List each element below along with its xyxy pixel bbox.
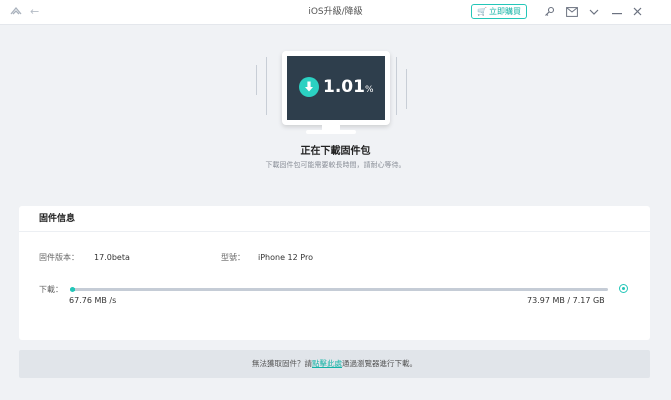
download-icon: [299, 77, 319, 97]
section-title: 固件信息: [39, 214, 76, 224]
firmware-info-card: 固件信息 固件版本： 17.0beta 型號： iPhone 12 Pro 下載…: [19, 206, 650, 340]
version-value: 17.0beta: [94, 253, 130, 262]
percent-sign: %: [365, 85, 374, 95]
version-label: 固件版本：: [39, 253, 79, 262]
title-bar: iOS升級/降級 ← 🛒 立即購買: [0, 0, 671, 25]
download-size: 73.97 MB / 7.17 GB: [527, 296, 605, 305]
progress-percent: 1.01: [323, 77, 365, 97]
app-logo-icon: [10, 6, 22, 15]
footer-prefix: 無法獲取固件？請: [252, 359, 312, 368]
decor-line: [256, 65, 257, 95]
buy-now-button[interactable]: 🛒 立即購買: [471, 4, 527, 19]
buy-now-label: 立即購買: [488, 7, 521, 16]
download-illustration: 1.01 %: [250, 47, 412, 147]
download-label: 下載：: [39, 285, 63, 294]
footer-suffix: 通過瀏覽器進行下載。: [342, 359, 417, 368]
monitor-base: [306, 130, 356, 134]
close-icon[interactable]: [629, 3, 645, 21]
click-here-link[interactable]: 點擊此處: [312, 359, 342, 368]
decor-line: [396, 57, 397, 115]
model-label: 型號：: [221, 253, 245, 262]
status-subtitle: 下載固件包可能需要較長時間，請耐心等待。: [265, 161, 406, 169]
cart-icon: 🛒: [477, 7, 487, 16]
minimize-icon[interactable]: [609, 3, 625, 21]
back-arrow-icon[interactable]: ←: [30, 4, 39, 20]
model-value: iPhone 12 Pro: [258, 253, 313, 262]
download-progress-bar: [70, 288, 608, 291]
key-icon[interactable]: [541, 3, 557, 21]
feedback-icon[interactable]: [564, 3, 580, 21]
decor-line: [266, 57, 267, 115]
monitor-screen: 1.01 %: [282, 51, 390, 125]
status-title: 正在下載固件包: [300, 146, 371, 157]
progress-end-icon: [619, 284, 628, 293]
decor-line: [406, 69, 407, 109]
progress-head: [70, 287, 75, 292]
download-speed: 67.76 MB /s: [69, 296, 117, 305]
card-header: 固件信息: [19, 206, 650, 232]
footer-bar: 無法獲取固件？請點擊此處通過瀏覽器進行下載。: [19, 350, 650, 378]
dropdown-icon[interactable]: [586, 3, 602, 21]
